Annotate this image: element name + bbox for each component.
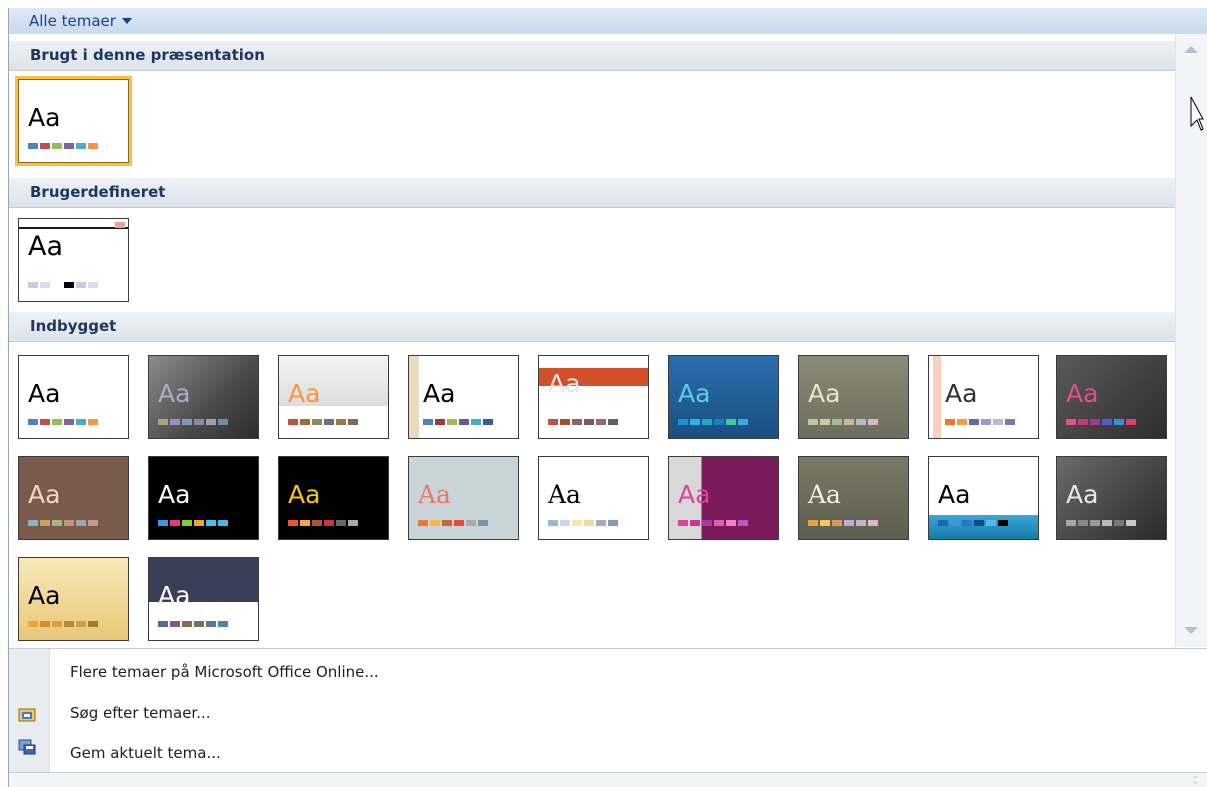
theme-sample-text: Aa <box>678 480 711 509</box>
theme-builtin-16[interactable]: Aa <box>797 455 910 541</box>
theme-builtin-15[interactable]: Aa <box>667 455 780 541</box>
theme-builtin-8[interactable]: Aa <box>927 354 1040 440</box>
theme-color-swatches <box>678 520 748 526</box>
theme-sample-text: Aa <box>28 581 61 610</box>
theme-color-swatches <box>1066 419 1136 425</box>
theme-builtin-office[interactable]: Aa <box>17 354 130 440</box>
theme-color-swatches <box>1066 520 1136 526</box>
theme-color-swatches <box>418 520 488 526</box>
all-themes-dropdown[interactable]: Alle temaer <box>29 12 132 30</box>
theme-sample-text: Aa <box>808 379 841 408</box>
mouse-cursor-icon <box>1190 96 1204 131</box>
section-header-custom: Brugerdefineret <box>9 178 1175 208</box>
theme-sample-text: Aa <box>288 480 321 509</box>
theme-builtin-6[interactable]: Aa <box>667 354 780 440</box>
theme-sample-text: Aa <box>158 480 191 509</box>
theme-sample-text: Aa <box>938 480 971 509</box>
theme-builtin-7[interactable]: Aa <box>797 354 910 440</box>
theme-color-swatches <box>158 621 228 627</box>
theme-sample-text: Aa <box>28 480 61 509</box>
theme-color-swatches <box>28 143 98 149</box>
theme-sample-text: Aa <box>28 379 61 408</box>
theme-filter-bar: Alle temaer <box>9 8 1207 34</box>
theme-custom-1[interactable]: Aa <box>17 217 130 303</box>
theme-sample-text: Aa <box>28 231 64 262</box>
folder-browse-icon <box>18 708 36 722</box>
chevron-down-icon <box>121 18 132 24</box>
theme-sample-text: Aa <box>1066 379 1099 408</box>
theme-sample-text: Aa <box>548 369 581 398</box>
menu-divider <box>9 648 1207 649</box>
browse-themes-item[interactable]: Søg efter temaer... <box>70 704 211 722</box>
theme-sample-text: Aa <box>28 103 61 132</box>
theme-sample-text: Aa <box>423 379 456 408</box>
theme-color-swatches <box>28 419 98 425</box>
section-title-builtin: Indbygget <box>30 317 117 335</box>
resize-grip-icon[interactable]: ⁚⁚ <box>1193 776 1198 786</box>
theme-sample-text: Aa <box>158 581 191 610</box>
theme-color-swatches <box>288 419 358 425</box>
theme-sample-text: Aa <box>418 480 451 509</box>
theme-builtin-17[interactable]: Aa <box>927 455 1040 541</box>
theme-builtin-3[interactable]: Aa <box>277 354 390 440</box>
theme-builtin-10[interactable]: Aa <box>17 455 130 541</box>
theme-color-swatches <box>945 419 1015 425</box>
browse-themes-label: Søg efter temaer... <box>70 704 211 722</box>
theme-color-swatches <box>808 520 878 526</box>
scroll-up-arrow-icon[interactable] <box>1184 46 1198 53</box>
theme-color-swatches <box>678 419 748 425</box>
theme-sample-text: Aa <box>1066 480 1099 509</box>
theme-color-swatches <box>423 419 493 425</box>
resize-bar <box>9 773 1207 787</box>
theme-builtin-11[interactable]: Aa <box>147 455 260 541</box>
theme-sample-text: Aa <box>288 379 321 408</box>
theme-color-swatches <box>548 520 618 526</box>
theme-color-swatches <box>28 520 98 526</box>
theme-builtin-18[interactable]: Aa <box>1055 455 1168 541</box>
theme-color-swatches <box>808 419 878 425</box>
theme-builtin-9[interactable]: Aa <box>1055 354 1168 440</box>
theme-builtin-14[interactable]: Aa <box>537 455 650 541</box>
theme-color-swatches <box>158 419 228 425</box>
theme-color-swatches <box>158 520 228 526</box>
section-header-used: Brugt i denne præsentation <box>9 41 1175 71</box>
theme-sample-text: Aa <box>808 480 841 509</box>
theme-color-swatches <box>288 520 358 526</box>
theme-sample-text: Aa <box>678 379 711 408</box>
theme-office-current[interactable]: Aa <box>15 76 132 166</box>
section-title-custom: Brugerdefineret <box>30 183 166 201</box>
theme-builtin-4[interactable]: Aa <box>407 354 520 440</box>
theme-color-swatches <box>28 621 98 627</box>
theme-sample-text: Aa <box>548 480 581 509</box>
theme-builtin-2[interactable]: Aa <box>147 354 260 440</box>
section-title-used: Brugt i denne præsentation <box>30 46 265 64</box>
theme-builtin-12[interactable]: Aa <box>277 455 390 541</box>
theme-color-swatches <box>548 419 618 425</box>
theme-color-swatches <box>938 520 1008 526</box>
theme-builtin-5[interactable]: Aa <box>537 354 650 440</box>
more-themes-online-item[interactable]: Flere temaer på Microsoft Office Online.… <box>70 663 379 681</box>
theme-builtin-13[interactable]: Aa <box>407 455 520 541</box>
all-themes-dropdown-label: Alle temaer <box>29 12 116 30</box>
save-current-theme-item[interactable]: Gem aktuelt tema... <box>70 744 221 762</box>
save-theme-icon <box>18 739 36 755</box>
theme-sample-text: Aa <box>945 379 978 408</box>
save-current-theme-label: Gem aktuelt tema... <box>70 744 221 762</box>
theme-sample-text: Aa <box>158 379 191 408</box>
more-themes-online-label: Flere temaer på Microsoft Office Online.… <box>70 663 379 681</box>
theme-builtin-20[interactable]: Aa <box>147 556 260 642</box>
theme-builtin-19[interactable]: Aa <box>17 556 130 642</box>
section-header-builtin: Indbygget <box>9 312 1175 342</box>
theme-color-swatches <box>28 282 98 288</box>
scroll-down-arrow-icon[interactable] <box>1184 627 1198 634</box>
